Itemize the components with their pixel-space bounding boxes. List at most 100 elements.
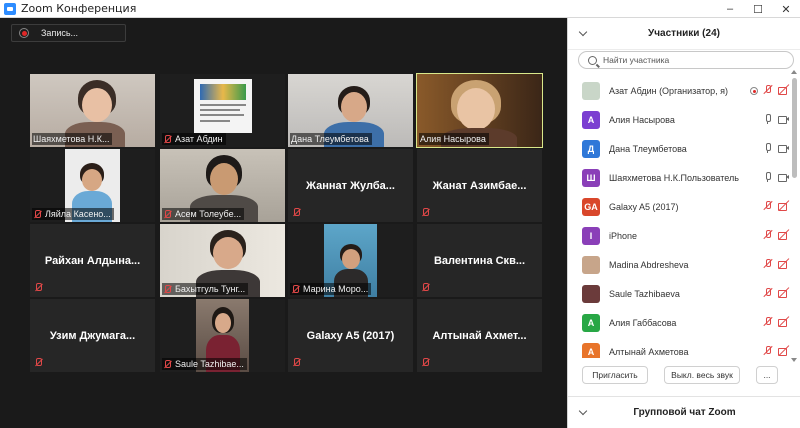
participant-row[interactable]: Madina Abdresheva bbox=[568, 250, 790, 279]
participant-list-scrollbar[interactable] bbox=[792, 78, 797, 360]
recording-indicator[interactable]: Запись... bbox=[11, 24, 126, 42]
microphone-muted-icon[interactable] bbox=[762, 258, 774, 270]
close-button[interactable]: ✕ bbox=[772, 0, 800, 18]
zoom-logo-icon bbox=[4, 2, 16, 15]
video-tile[interactable]: Galaxy A5 (2017) bbox=[288, 299, 413, 372]
participant-name: Saule Tazhibaeva bbox=[609, 288, 680, 299]
video-tile[interactable]: Бахытгуль Тунг... bbox=[160, 224, 285, 297]
zoom-window: Zoom Конференция – ☐ ✕ Запись... Шаяхмет… bbox=[0, 0, 800, 428]
video-tile[interactable]: Шаяхметова Н.К... bbox=[30, 74, 155, 147]
microphone-muted-icon[interactable] bbox=[762, 316, 774, 328]
microphone-muted-icon[interactable] bbox=[762, 84, 774, 96]
window-controls: – ☐ ✕ bbox=[716, 0, 800, 18]
camera-off-icon[interactable] bbox=[778, 287, 790, 299]
participant-row[interactable]: А Алия Насырова bbox=[568, 105, 790, 134]
chevron-down-icon[interactable] bbox=[578, 406, 588, 416]
muted-mic-icon bbox=[163, 284, 172, 294]
group-chat-header[interactable]: Групповой чат Zoom bbox=[568, 396, 800, 428]
more-options-button[interactable]: ... bbox=[756, 366, 778, 384]
tile-name-label: Дана Тлеумбетова bbox=[290, 133, 372, 145]
camera-icon[interactable] bbox=[778, 142, 790, 154]
video-tile[interactable]: Saule Tazhibae... bbox=[160, 299, 285, 372]
participant-status-icons bbox=[762, 113, 790, 125]
participant-row[interactable]: GA Galaxy A5 (2017) bbox=[568, 192, 790, 221]
muted-mic-icon bbox=[34, 283, 43, 292]
participant-name: Алия Габбасова bbox=[609, 317, 677, 328]
participant-row[interactable]: Saule Tazhibaeva bbox=[568, 279, 790, 308]
video-tile[interactable]: Азат Абдин bbox=[160, 74, 285, 147]
tile-display-name: Жаннат Жулба... bbox=[306, 179, 395, 192]
camera-icon[interactable] bbox=[778, 113, 790, 125]
video-tile[interactable]: Дана Тлеумбетова bbox=[288, 74, 413, 147]
participant-avatar bbox=[582, 81, 600, 100]
participant-status-icons bbox=[750, 84, 790, 96]
participant-name: Алтынай Ахметова bbox=[609, 346, 689, 357]
participant-avatar: А bbox=[582, 110, 600, 129]
tile-name-label: Марина Моро... bbox=[290, 283, 372, 295]
group-chat-title: Групповой чат Zoom bbox=[633, 407, 736, 418]
tile-display-name: Жанат Азимбае... bbox=[432, 179, 527, 192]
participant-row[interactable]: А Алия Габбасова bbox=[568, 308, 790, 337]
video-tile[interactable]: Ляйла Касено... bbox=[30, 149, 155, 222]
recording-icon bbox=[750, 87, 758, 95]
participant-name: Дана Тлеумбетова bbox=[609, 143, 687, 154]
tile-display-name: Узим Джумага... bbox=[49, 329, 136, 342]
microphone-muted-icon[interactable] bbox=[762, 229, 774, 241]
camera-off-icon[interactable] bbox=[778, 345, 790, 357]
mute-all-button[interactable]: Выкл. весь звук bbox=[664, 366, 740, 384]
scroll-down-arrow-icon[interactable] bbox=[791, 358, 797, 362]
video-tile[interactable]: Асем Толеубе... bbox=[160, 149, 285, 222]
microphone-muted-icon[interactable] bbox=[762, 287, 774, 299]
microphone-icon[interactable] bbox=[762, 171, 774, 183]
tile-name-label: Асем Толеубе... bbox=[162, 208, 245, 220]
chevron-down-icon[interactable] bbox=[578, 27, 588, 37]
camera-off-icon[interactable] bbox=[778, 84, 790, 96]
microphone-muted-icon[interactable] bbox=[762, 200, 774, 212]
scroll-up-arrow-icon[interactable] bbox=[791, 70, 797, 74]
participant-row[interactable]: Д Дана Тлеумбетова bbox=[568, 134, 790, 163]
video-tile[interactable]: Валентина Скв... bbox=[417, 224, 542, 297]
participants-panel: Участники (24) Найти участника Азат Абди… bbox=[567, 18, 800, 428]
microphone-icon[interactable] bbox=[762, 142, 774, 154]
video-tile[interactable]: Жанат Азимбае... bbox=[417, 149, 542, 222]
video-tile[interactable]: Узим Джумага... bbox=[30, 299, 155, 372]
participant-row[interactable]: Ш Шаяхметова Н.К.Пользователь bbox=[568, 163, 790, 192]
microphone-muted-icon[interactable] bbox=[762, 345, 774, 357]
muted-mic-icon bbox=[33, 209, 42, 219]
video-tile[interactable]: Райхан Алдына... bbox=[30, 224, 155, 297]
video-tile-active-speaker[interactable]: Алия Насырова bbox=[416, 73, 543, 148]
camera-off-icon[interactable] bbox=[778, 200, 790, 212]
tile-display-name: Galaxy A5 (2017) bbox=[306, 329, 395, 342]
participant-status-icons bbox=[762, 142, 790, 154]
camera-off-icon[interactable] bbox=[778, 229, 790, 241]
participant-status-icons bbox=[762, 200, 790, 212]
participant-row[interactable]: А Алтынай Ахметова bbox=[568, 337, 790, 358]
participant-search-input[interactable]: Найти участника bbox=[578, 51, 794, 69]
invite-button[interactable]: Пригласить bbox=[582, 366, 648, 384]
muted-mic-icon bbox=[292, 208, 301, 217]
participant-name: Алия Насырова bbox=[609, 114, 675, 125]
participant-name: Азат Абдин (Организатор, я) bbox=[609, 85, 728, 96]
participant-row[interactable]: Азат Абдин (Организатор, я) bbox=[568, 76, 790, 105]
video-tile[interactable]: Жаннат Жулба... bbox=[288, 149, 413, 222]
camera-icon[interactable] bbox=[778, 171, 790, 183]
video-tile[interactable]: Алтынай Ахмет... bbox=[417, 299, 542, 372]
tile-name-label: Saule Tazhibae... bbox=[162, 358, 247, 370]
title-bar: Zoom Конференция – ☐ ✕ bbox=[0, 0, 800, 18]
participant-status-icons bbox=[762, 229, 790, 241]
participant-avatar: А bbox=[582, 342, 600, 358]
video-tile[interactable]: Марина Моро... bbox=[288, 224, 413, 297]
microphone-icon[interactable] bbox=[762, 113, 774, 125]
minimize-button[interactable]: – bbox=[716, 0, 744, 18]
camera-off-icon[interactable] bbox=[778, 316, 790, 328]
muted-mic-icon bbox=[292, 358, 301, 367]
participant-avatar: I bbox=[582, 226, 600, 245]
participant-name: Madina Abdresheva bbox=[609, 259, 689, 270]
participant-name: Шаяхметова Н.К.Пользователь bbox=[609, 172, 739, 183]
window-title: Zoom Конференция bbox=[21, 2, 137, 15]
participant-status-icons bbox=[762, 171, 790, 183]
camera-off-icon[interactable] bbox=[778, 258, 790, 270]
participant-row[interactable]: IiPhone bbox=[568, 221, 790, 250]
scrollbar-thumb[interactable] bbox=[792, 78, 797, 178]
maximize-button[interactable]: ☐ bbox=[744, 0, 772, 18]
